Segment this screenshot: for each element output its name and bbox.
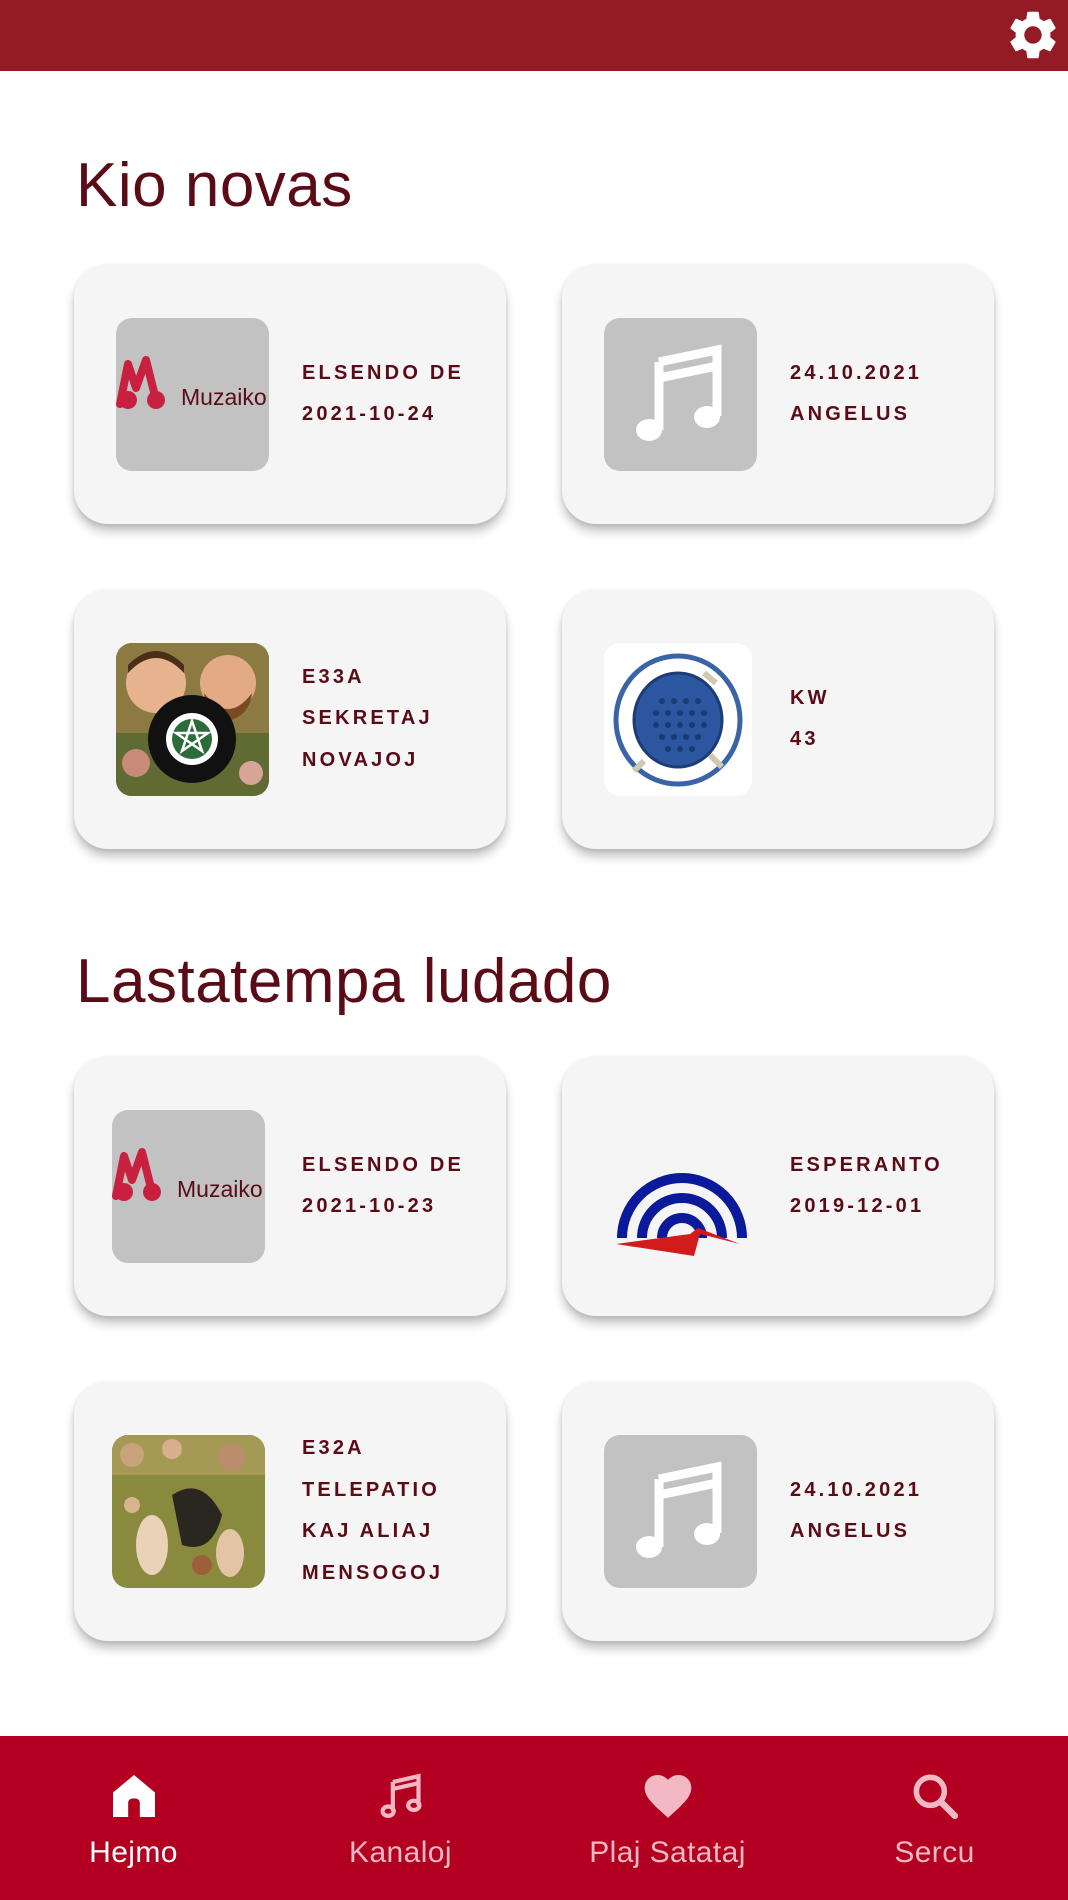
card-line: ELSENDO DE	[302, 361, 465, 384]
card-line: 2021-10-23	[302, 1195, 437, 1217]
home-icon	[112, 1775, 155, 1817]
muzaiko-logo-text: Muzaiko	[177, 1176, 263, 1202]
episode-card[interactable]: Muzaiko ELSENDO DE 2021-10-24	[74, 264, 506, 524]
card-text: E33A SEKRETAJ NOVAJOJ	[302, 589, 486, 849]
top-app-bar	[0, 0, 1068, 71]
card-line: KAJ ALIAJ	[302, 1520, 434, 1542]
card-text: KW 43	[790, 589, 974, 849]
gear-icon	[1010, 11, 1056, 59]
nav-item-plaj-satataj[interactable]: Plaj Satataj	[534, 1736, 801, 1900]
muzaiko-logo-image: Muzaiko	[112, 1110, 265, 1263]
nav-item-hejmo[interactable]: Hejmo	[0, 1736, 267, 1900]
section-title-lastatempa-ludado: Lastatempa ludado	[76, 947, 612, 1016]
card-text: 24.10.2021 ANGELUS	[790, 1381, 974, 1641]
episode-card[interactable]: KW 43	[562, 589, 994, 849]
episode-card[interactable]: E33A SEKRETAJ NOVAJOJ	[74, 589, 506, 849]
card-line: ANGELUS	[790, 403, 911, 425]
card-text: ELSENDO DE 2021-10-24	[302, 264, 486, 524]
card-line: 24.10.2021	[790, 361, 923, 384]
radio-speaker-image	[604, 643, 752, 796]
card-text: ELSENDO DE 2021-10-23	[302, 1056, 486, 1316]
episode-card[interactable]: 24.10.2021 ANGELUS	[562, 264, 994, 524]
card-line: 2021-10-24	[302, 403, 437, 425]
card-line: 43	[790, 728, 819, 750]
card-line: TELEPATIO	[302, 1478, 441, 1501]
episode-card[interactable]: E32A TELEPATIO KAJ ALIAJ MENSOGOJ	[74, 1381, 506, 1641]
heart-icon	[644, 1775, 691, 1818]
episode-card[interactable]: Muzaiko ELSENDO DE 2021-10-23	[74, 1056, 506, 1316]
card-text: 24.10.2021 ANGELUS	[790, 264, 974, 524]
podcast-cover-image	[116, 643, 269, 796]
card-text: E32A TELEPATIO KAJ ALIAJ MENSOGOJ	[302, 1381, 486, 1641]
nav-item-sercu[interactable]: Sercu	[801, 1736, 1068, 1900]
card-line: ANGELUS	[790, 1520, 911, 1542]
card-line: NOVAJOJ	[302, 748, 419, 771]
painting-cover-image	[112, 1435, 265, 1588]
section-title-kio-novas: Kio novas	[76, 151, 353, 220]
music-note-icon	[379, 1773, 422, 1818]
broadcast-logo-image	[604, 1110, 757, 1263]
settings-button[interactable]	[1004, 6, 1062, 64]
music-note-placeholder-image	[604, 318, 757, 471]
card-line: E32A	[302, 1437, 365, 1459]
nav-item-kanaloj[interactable]: Kanaloj	[267, 1736, 534, 1900]
card-line: KW	[790, 686, 830, 709]
episode-card[interactable]: 24.10.2021 ANGELUS	[562, 1381, 994, 1641]
search-icon	[913, 1774, 958, 1820]
card-line: 24.10.2021	[790, 1478, 923, 1501]
card-line: 2019-12-01	[790, 1195, 925, 1217]
nav-label: Hejmo	[89, 1836, 178, 1869]
music-note-placeholder-image	[604, 1435, 757, 1588]
bottom-navigation: Hejmo Kanaloj Plaj Satataj Sercu	[0, 1736, 1068, 1900]
muzaiko-logo-text: Muzaiko	[181, 384, 267, 410]
card-text: ESPERANTO 2019-12-01	[790, 1056, 974, 1316]
nav-label: Kanaloj	[349, 1836, 452, 1869]
card-line: SEKRETAJ	[302, 707, 433, 730]
episode-card[interactable]: ESPERANTO 2019-12-01	[562, 1056, 994, 1316]
nav-label: Plaj Satataj	[589, 1836, 746, 1869]
card-line: ESPERANTO	[790, 1153, 943, 1176]
card-line: ELSENDO DE	[302, 1153, 465, 1176]
card-line: MENSOGOJ	[302, 1561, 444, 1584]
card-line: E33A	[302, 665, 365, 688]
muzaiko-logo-image: Muzaiko	[116, 318, 269, 471]
nav-label: Sercu	[894, 1836, 975, 1869]
